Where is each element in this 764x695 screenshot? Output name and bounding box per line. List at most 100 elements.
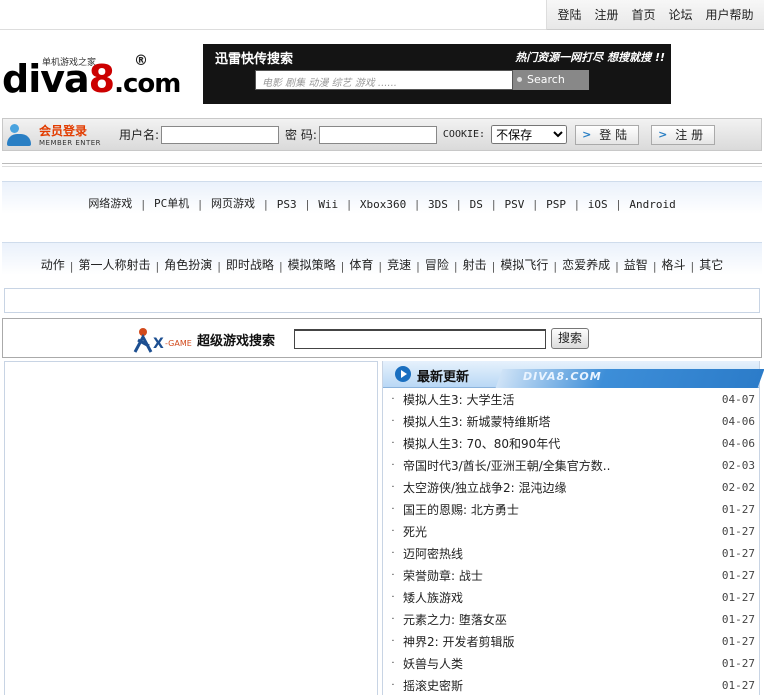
password-label: 密 码: [285, 128, 317, 142]
banner-slogan: 热门资源一网打尽 想搜就搜 !! [515, 51, 665, 64]
cookie-select[interactable]: 不保存 [491, 125, 568, 144]
platform-android[interactable]: Android [629, 198, 675, 211]
list-item[interactable]: · 太空游侠/独立战争2: 混沌边缘 02-02 [383, 476, 759, 498]
update-date: 01-27 [721, 590, 755, 604]
update-title[interactable]: 模拟人生3: 70、80和90年代 [403, 435, 719, 452]
platform-online-games[interactable]: 网络游戏 [88, 195, 132, 211]
game-search-bar: X -GAME 超级游戏搜索 搜索 [2, 318, 762, 358]
genre-sim-strategy[interactable]: 模拟策略 [288, 256, 336, 273]
platform-ps3[interactable]: PS3 [277, 198, 297, 211]
list-item[interactable]: · 国王的恩赐: 北方勇士 01-27 [383, 498, 759, 520]
banner-search-button[interactable]: Search [513, 70, 589, 90]
genre-racing[interactable]: 竞速 [387, 256, 411, 273]
cookie-label: COOKIE: [442, 129, 486, 140]
update-date: 01-27 [721, 568, 755, 582]
update-title[interactable]: 太空游侠/独立战争2: 混沌边缘 [403, 479, 719, 496]
genre-fighting[interactable]: 格斗 [662, 256, 686, 273]
platform-psp[interactable]: PSP [546, 198, 566, 211]
login-button[interactable]: > 登 陆 [575, 124, 640, 145]
bullet-icon: · [391, 393, 395, 405]
list-item[interactable]: · 妖兽与人类 01-27 [383, 652, 759, 674]
list-item[interactable]: · 模拟人生3: 70、80和90年代 04-06 [383, 432, 759, 454]
update-date: 04-06 [721, 436, 755, 450]
update-date: 04-06 [721, 414, 755, 428]
bullet-icon: · [391, 437, 395, 449]
genre-flight-sim[interactable]: 模拟飞行 [500, 256, 548, 273]
arrow-right-icon: > [658, 128, 668, 141]
update-title[interactable]: 神界2: 开发者剪辑版 [403, 633, 719, 650]
nav-login-link[interactable]: 登陆 [557, 6, 581, 23]
update-date: 02-02 [721, 480, 755, 494]
bullet-icon: · [391, 569, 395, 581]
genre-fps[interactable]: 第一人称射击 [78, 256, 150, 273]
platform-ds[interactable]: DS [470, 198, 483, 211]
update-title[interactable]: 模拟人生3: 大学生活 [403, 391, 719, 408]
platform-wii[interactable]: Wii [318, 198, 338, 211]
platform-3ds[interactable]: 3DS [428, 198, 448, 211]
genre-puzzle[interactable]: 益智 [624, 256, 648, 273]
list-item[interactable]: · 神界2: 开发者剪辑版 01-27 [383, 630, 759, 652]
genre-action[interactable]: 动作 [41, 256, 65, 273]
left-content-panel [4, 361, 378, 695]
list-item[interactable]: · 摇滚史密斯 01-27 [383, 674, 759, 695]
list-item[interactable]: · 模拟人生3: 大学生活 04-07 [383, 388, 759, 410]
list-item[interactable]: · 矮人族游戏 01-27 [383, 586, 759, 608]
platform-xbox360[interactable]: Xbox360 [360, 198, 406, 211]
update-title[interactable]: 模拟人生3: 新城蒙特维斯塔 [403, 413, 719, 430]
nav-register-link[interactable]: 注册 [594, 6, 618, 23]
banner-search-input[interactable]: 电影 剧集 动漫 综艺 游戏 ...... [255, 70, 513, 90]
genre-dating-sim[interactable]: 恋爱养成 [562, 256, 610, 273]
nav-help-link[interactable]: 用户帮助 [705, 6, 753, 23]
genre-shooter[interactable]: 射击 [463, 256, 487, 273]
update-title[interactable]: 荣誉勋章: 战士 [403, 567, 719, 584]
play-icon [395, 366, 411, 382]
nav-forum-link[interactable]: 论坛 [668, 6, 692, 23]
login-bar: 会员登录 MEMBER ENTER 用户名: 密 码: COOKIE: 不保存 … [2, 118, 762, 151]
update-date: 01-27 [721, 678, 755, 692]
bullet-icon: · [391, 415, 395, 427]
platform-web-games[interactable]: 网页游戏 [211, 195, 255, 211]
list-item[interactable]: · 死光 01-27 [383, 520, 759, 542]
logo-registered-mark: ® [134, 53, 148, 69]
genre-nav: 动作 | 第一人称射击 | 角色扮演 | 即时战略 | 模拟策略 | 体育 | 竞速 | 冒险… [2, 242, 762, 275]
list-item[interactable]: · 帝国时代3/酋长/亚洲王朝/全集官方数.. 02-03 [383, 454, 759, 476]
game-search-button[interactable]: 搜索 [551, 328, 589, 349]
site-logo[interactable]: 单机游戏之家 diva8.com ® [2, 53, 192, 103]
updates-title: 最新更新 [417, 370, 470, 385]
update-title[interactable]: 摇滚史密斯 [403, 677, 719, 694]
update-title[interactable]: 妖兽与人类 [403, 655, 719, 672]
username-input[interactable] [161, 125, 280, 144]
genre-rpg[interactable]: 角色扮演 [164, 256, 212, 273]
arrow-right-icon: > [582, 128, 592, 141]
nav-home-link[interactable]: 首页 [631, 6, 655, 23]
list-item[interactable]: · 荣誉勋章: 战士 01-27 [383, 564, 759, 586]
platform-pc[interactable]: PC单机 [154, 195, 189, 211]
list-item[interactable]: · 元素之力: 堕落女巫 01-27 [383, 608, 759, 630]
platform-ios[interactable]: iOS [588, 198, 608, 211]
register-button[interactable]: > 注 册 [651, 124, 716, 145]
game-search-input[interactable] [294, 329, 546, 349]
genre-rts[interactable]: 即时战略 [226, 256, 274, 273]
list-item[interactable]: · 模拟人生3: 新城蒙特维斯塔 04-06 [383, 410, 759, 432]
update-title[interactable]: 元素之力: 堕落女巫 [403, 611, 719, 628]
update-title[interactable]: 矮人族游戏 [403, 589, 719, 606]
logo-wordmark: diva8.com [2, 57, 181, 101]
update-date: 01-27 [721, 524, 755, 538]
list-item[interactable]: · 迈阿密热线 01-27 [383, 542, 759, 564]
password-input[interactable] [318, 125, 437, 144]
latest-updates-panel: 最新更新 DIVA8.COM · 模拟人生3: 大学生活 04-07 · 模拟人生3: … [382, 361, 764, 695]
update-title[interactable]: 国王的恩赐: 北方勇士 [403, 501, 719, 518]
members-icon [7, 122, 33, 148]
genre-other[interactable]: 其它 [699, 256, 723, 273]
genre-adventure[interactable]: 冒险 [425, 256, 449, 273]
bullet-icon: · [391, 679, 395, 691]
game-search-title: 超级游戏搜索 [197, 334, 276, 349]
update-title[interactable]: 死光 [403, 523, 719, 540]
update-title[interactable]: 迈阿密热线 [403, 545, 719, 562]
update-title[interactable]: 帝国时代3/酋长/亚洲王朝/全集官方数.. [403, 457, 719, 474]
platform-psv[interactable]: PSV [505, 198, 525, 211]
genre-sports[interactable]: 体育 [349, 256, 373, 273]
ad-placeholder-box [4, 288, 760, 313]
update-date: 01-27 [721, 634, 755, 648]
update-date: 01-27 [721, 502, 755, 516]
